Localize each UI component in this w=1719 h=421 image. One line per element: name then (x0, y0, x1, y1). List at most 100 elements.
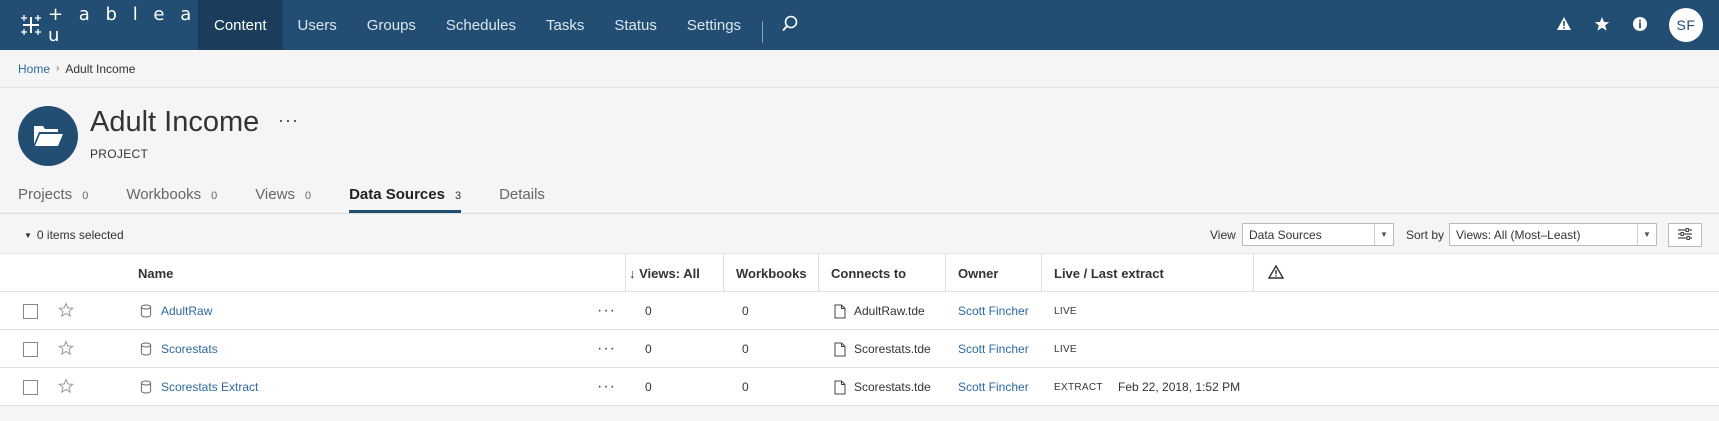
tab-count: 3 (454, 190, 462, 202)
breadcrumb-current: Adult Income (65, 61, 136, 76)
user-avatar[interactable]: SF (1669, 8, 1703, 42)
nav-content[interactable]: Content (198, 0, 283, 50)
folder-icon (32, 122, 64, 151)
favorite-star[interactable] (58, 330, 74, 368)
tab-label: Data Sources (349, 186, 445, 203)
table-row[interactable]: AdultRaw ··· 0 0 AdultRaw.tde Scott Finc… (0, 292, 1719, 330)
last-extract: Feb 22, 2018, 1:52 PM (1118, 380, 1241, 394)
favorite-star[interactable] (58, 368, 74, 406)
row-checkbox[interactable] (23, 303, 38, 319)
nav-divider (762, 21, 764, 43)
file-icon (834, 368, 846, 406)
breadcrumb-home-link[interactable]: Home (18, 62, 50, 76)
selection-count: 0 items selected (36, 228, 124, 242)
project-actions-button[interactable]: ··· (278, 110, 299, 131)
chevron-right-icon: › (56, 63, 60, 74)
caret-down-icon: ▼ (24, 230, 32, 240)
nav-status[interactable]: Status (599, 0, 672, 50)
nav-schedules[interactable]: Schedules (431, 0, 531, 50)
column-connects-to[interactable]: Connects to (818, 254, 946, 292)
nav-groups[interactable]: Groups (352, 0, 431, 50)
row-actions-button[interactable]: ··· (597, 378, 616, 396)
nav-settings[interactable]: Settings (672, 0, 756, 50)
file-icon (834, 330, 846, 368)
datasource-name-link[interactable]: Scorestats (161, 342, 218, 356)
project-header: Adult Income ··· PROJECT Projects 0 Work… (0, 88, 1719, 213)
alert-icon (1556, 16, 1572, 34)
tab-views[interactable]: Views 0 (255, 186, 311, 213)
column-name[interactable]: Name (138, 254, 626, 292)
column-views[interactable]: ↓ Views: All (625, 254, 724, 292)
tab-count: 0 (304, 190, 312, 202)
workbooks-count: 0 (742, 304, 749, 318)
breadcrumb: Home › Adult Income (0, 50, 1719, 88)
tab-label: Workbooks (126, 186, 202, 203)
column-workbooks[interactable]: Workbooks (723, 254, 819, 292)
star-icon (58, 377, 74, 397)
list-toolbar: ▼ 0 items selected View Data Sources ▼ S… (0, 214, 1719, 254)
datasource-name-link[interactable]: Scorestats Extract (161, 380, 258, 394)
database-icon (140, 330, 152, 368)
star-icon (58, 339, 74, 359)
connects-to: Scorestats.tde (854, 342, 931, 356)
sort-select[interactable]: Views: All (Most–Least) ▼ (1449, 223, 1657, 246)
project-type-label: PROJECT (90, 147, 149, 161)
favorites-button[interactable] (1583, 0, 1621, 50)
table-header: Name ↓ Views: All Workbooks Connects to … (0, 254, 1719, 292)
content-tabs: Projects 0 Workbooks 0 Views 0 Data Sour… (18, 186, 583, 213)
logo-text: + a b l e a u (48, 4, 197, 46)
workbooks-count: 0 (742, 342, 749, 356)
row-actions-button[interactable]: ··· (597, 302, 616, 320)
column-alerts[interactable] (1253, 254, 1333, 292)
tableau-logo-icon (20, 14, 42, 36)
tab-label: Details (499, 186, 545, 203)
file-icon (834, 292, 846, 330)
info-icon (1632, 16, 1648, 35)
tab-label: Views (255, 186, 295, 203)
database-icon (140, 368, 152, 406)
filter-settings-button[interactable] (1668, 223, 1702, 247)
row-checkbox[interactable] (23, 379, 38, 395)
connects-to: AdultRaw.tde (854, 304, 925, 318)
column-live-last-extract[interactable]: Live / Last extract (1041, 254, 1254, 292)
view-label: View (1210, 228, 1236, 242)
project-avatar (18, 106, 78, 166)
table-row[interactable]: Scorestats ··· 0 0 Scorestats.tde Scott … (0, 330, 1719, 368)
tab-label: Projects (18, 186, 73, 203)
search-button[interactable] (769, 0, 809, 50)
nav-users[interactable]: Users (283, 0, 352, 50)
workbooks-count: 0 (742, 380, 749, 394)
favorite-star[interactable] (58, 292, 74, 330)
tab-projects[interactable]: Projects 0 (18, 186, 88, 213)
search-icon (781, 15, 799, 36)
owner-link[interactable]: Scott Fincher (958, 380, 1029, 394)
tab-details[interactable]: Details (499, 186, 545, 213)
nav-tasks[interactable]: Tasks (531, 0, 599, 50)
tab-data-sources[interactable]: Data Sources 3 (349, 186, 462, 213)
owner-link[interactable]: Scott Fincher (958, 342, 1029, 356)
help-button[interactable] (1621, 0, 1659, 50)
row-actions-button[interactable]: ··· (597, 340, 616, 358)
data-sources-table: Name ↓ Views: All Workbooks Connects to … (0, 254, 1719, 406)
sort-label: Sort by (1406, 228, 1445, 242)
main-nav: Content Users Groups Schedules Tasks Sta… (198, 0, 756, 50)
alerts-button[interactable] (1545, 0, 1583, 50)
top-navigation-bar: + a b l e a u Content Users Groups Sched… (0, 0, 1719, 50)
owner-link[interactable]: Scott Fincher (958, 304, 1029, 318)
tableau-logo[interactable]: + a b l e a u (0, 0, 198, 50)
caret-down-icon: ▼ (1637, 224, 1656, 245)
sort-select-value: Views: All (Most–Least) (1456, 228, 1581, 242)
tab-workbooks[interactable]: Workbooks 0 (126, 186, 217, 213)
connects-to: Scorestats.tde (854, 380, 931, 394)
views-count: 0 (645, 304, 652, 318)
datasource-name-link[interactable]: AdultRaw (161, 304, 212, 318)
view-select[interactable]: Data Sources ▼ (1242, 223, 1394, 246)
top-right-actions: SF (1545, 0, 1703, 50)
selection-menu[interactable]: ▼ 0 items selected (24, 228, 124, 242)
views-count: 0 (645, 380, 652, 394)
column-owner[interactable]: Owner (945, 254, 1042, 292)
table-row[interactable]: Scorestats Extract ··· 0 0 Scorestats.td… (0, 368, 1719, 406)
tab-count: 0 (82, 190, 89, 202)
row-checkbox[interactable] (23, 341, 38, 357)
view-select-value: Data Sources (1249, 228, 1322, 242)
